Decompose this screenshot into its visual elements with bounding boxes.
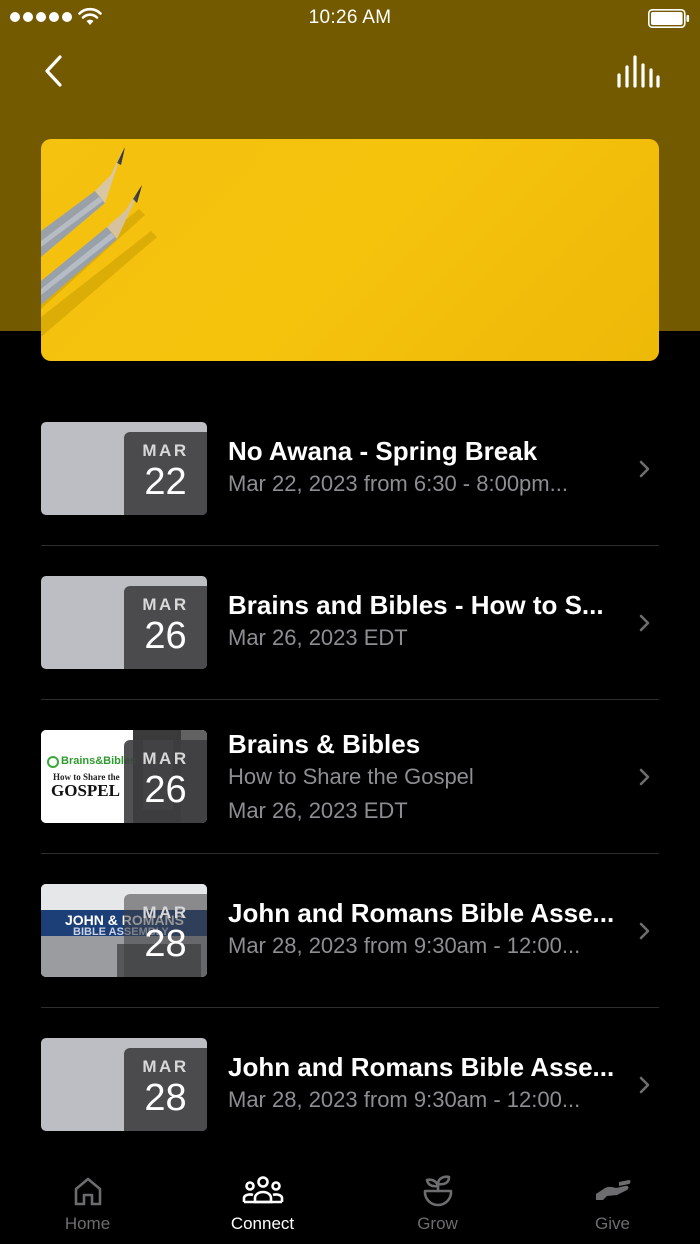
event-date: Mar 28, 2023 from 9:30am - 12:00... (228, 1087, 581, 1112)
date-badge: MAR 26 (124, 740, 207, 823)
back-button[interactable] (36, 50, 76, 94)
tab-label: Connect (230, 1214, 295, 1233)
date-badge: MAR 22 (124, 432, 207, 515)
home-icon (74, 1177, 101, 1206)
people-icon (242, 1176, 283, 1204)
date-month: MAR (142, 749, 189, 768)
tab-label: Home (64, 1214, 111, 1233)
audio-button[interactable] (616, 55, 660, 91)
list-item[interactable]: JOHN & ROMANS BIBLE ASSEMBLY MAR 28 John… (41, 854, 659, 1008)
chevron-right-icon (639, 1076, 650, 1094)
battery-icon (648, 9, 690, 28)
date-day: 22 (144, 461, 187, 503)
audio-bars-icon (617, 55, 660, 88)
hero-image (41, 139, 659, 361)
date-day: 28 (144, 923, 187, 965)
list-item[interactable]: Brains&Bibles How to Share the GOSPEL MA… (41, 700, 659, 854)
date-month: MAR (142, 595, 189, 614)
plant-icon (423, 1175, 452, 1207)
tab-label: Grow (417, 1214, 458, 1233)
tab-grow[interactable]: Grow (350, 1160, 525, 1244)
chevron-right-icon (639, 922, 650, 940)
date-day: 26 (144, 615, 187, 657)
tab-bar: Home Connect Grow Give (0, 1160, 700, 1244)
list-item[interactable]: MAR 22 No Awana - Spring Break Mar 22, 2… (41, 392, 659, 546)
event-thumbnail: Brains&Bibles How to Share the GOSPEL MA… (41, 730, 207, 823)
date-month: MAR (142, 903, 189, 922)
event-title: John and Romans Bible Asse... (228, 1052, 615, 1082)
event-date: Mar 22, 2023 from 6:30 - 8:00pm... (228, 471, 568, 496)
list-item[interactable]: MAR 28 John and Romans Bible Asse... Mar… (41, 1008, 659, 1162)
date-day: 26 (144, 769, 187, 811)
chevron-left-icon (45, 55, 62, 87)
event-thumbnail: MAR 28 (41, 1038, 207, 1131)
date-badge: MAR 26 (124, 586, 207, 669)
status-time: 10:26 AM (308, 7, 392, 28)
event-title: John and Romans Bible Asse... (228, 898, 615, 928)
tab-connect[interactable]: Connect (175, 1160, 350, 1244)
date-day: 28 (144, 1077, 187, 1119)
event-date: Mar 26, 2023 EDT (228, 798, 408, 823)
date-month: MAR (142, 441, 189, 460)
tab-home[interactable]: Home (0, 1160, 175, 1244)
list-item[interactable]: MAR 26 Brains and Bibles - How to S... M… (41, 546, 659, 700)
tab-give[interactable]: Give (525, 1160, 700, 1244)
event-thumbnail: JOHN & ROMANS BIBLE ASSEMBLY MAR 28 (41, 884, 207, 977)
hand-icon (595, 1180, 630, 1200)
tab-label: Give (595, 1214, 630, 1233)
chevron-right-icon (639, 768, 650, 786)
date-month: MAR (142, 1057, 189, 1076)
event-thumbnail: MAR 26 (41, 576, 207, 669)
date-badge: MAR 28 (124, 894, 207, 977)
event-title: Brains and Bibles - How to S... (228, 590, 604, 620)
chevron-right-icon (639, 614, 650, 632)
event-thumbnail: MAR 22 (41, 422, 207, 515)
chevron-right-icon (639, 460, 650, 478)
date-badge: MAR 28 (124, 1048, 207, 1131)
event-date: Mar 26, 2023 EDT (228, 625, 408, 650)
event-title: Brains & Bibles (228, 729, 421, 759)
event-title: No Awana - Spring Break (228, 436, 538, 466)
thumb-line2: GOSPEL (51, 781, 120, 800)
pencils-illustration (41, 147, 157, 337)
event-subtitle: How to Share the Gospel (228, 764, 474, 789)
event-date: Mar 28, 2023 from 9:30am - 12:00... (228, 933, 581, 958)
status-bar: 10:26 AM (0, 0, 700, 38)
event-list: MAR 22 No Awana - Spring Break Mar 22, 2… (41, 392, 659, 1162)
